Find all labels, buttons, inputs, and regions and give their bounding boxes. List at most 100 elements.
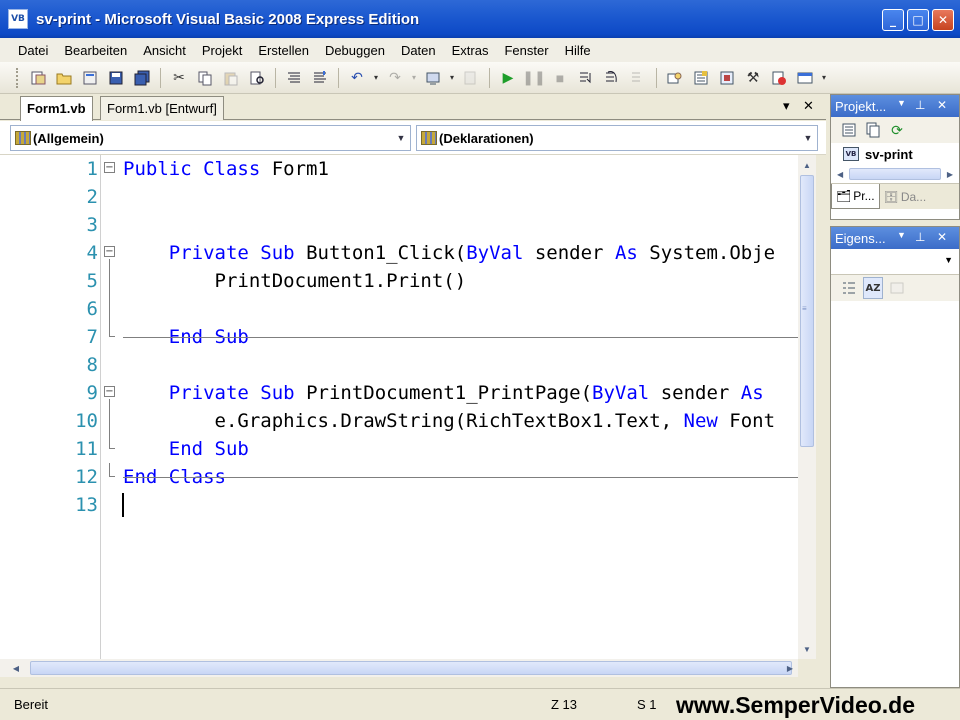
collapse-icon[interactable]: − <box>104 246 115 257</box>
code-area[interactable]: 1− Public Class Form1 2 3 4− Private Sub But… <box>0 155 798 659</box>
save-icon[interactable] <box>105 67 127 89</box>
toolbar-separator <box>489 67 490 88</box>
code-line[interactable]: 13 <box>0 491 798 519</box>
tab-form1-vb[interactable]: Form1.vb <box>20 96 93 121</box>
error-list-icon[interactable] <box>768 67 790 89</box>
code-line[interactable]: 1− Public Class Form1 <box>0 155 798 183</box>
maximize-button[interactable]: □ <box>907 9 929 31</box>
code-line[interactable]: 4− Private Sub Button1_Click(ByVal sende… <box>0 239 798 267</box>
tab-projektmappen-explorer[interactable]: 🗂 Pr... <box>831 184 880 209</box>
undo-dropdown-icon[interactable]: ▾ <box>372 67 380 89</box>
toolbar-overflow-icon[interactable]: ▾ <box>820 67 828 89</box>
class-name-dropdown[interactable]: (Allgemein) ▼ <box>10 125 411 151</box>
scroll-down-icon[interactable]: ▼ <box>798 641 816 657</box>
scroll-up-icon[interactable]: ▲ <box>798 157 816 173</box>
document-tabs: Form1.vb Form1.vb [Entwurf] ▾ ✕ <box>0 94 826 121</box>
step-over-icon[interactable] <box>601 67 623 89</box>
database-icon: 🗄 <box>883 189 899 204</box>
code-line[interactable]: 11 End Sub <box>0 435 798 463</box>
vb-app-icon[interactable]: VB <box>8 9 28 29</box>
add-item-icon[interactable] <box>79 67 101 89</box>
menu-fenster[interactable]: Fenster <box>496 43 556 58</box>
solution-scroll-thumb[interactable] <box>849 168 941 180</box>
scroll-right-icon[interactable]: ▶ <box>947 170 953 179</box>
collapse-icon[interactable]: − <box>104 162 115 173</box>
step-out-icon[interactable] <box>627 67 649 89</box>
uncomment-icon[interactable] <box>309 67 331 89</box>
scroll-left-icon[interactable]: ◀ <box>8 659 24 677</box>
find-in-files-icon[interactable] <box>460 67 482 89</box>
menu-daten[interactable]: Daten <box>393 43 444 58</box>
step-into-icon[interactable] <box>575 67 597 89</box>
stop-icon[interactable]: ■ <box>549 67 571 89</box>
pause-icon[interactable]: ❚❚ <box>522 67 545 89</box>
new-project-icon[interactable] <box>27 67 49 89</box>
scroll-left-icon[interactable]: ◀ <box>837 170 843 179</box>
open-file-icon[interactable] <box>53 67 75 89</box>
comment-icon[interactable] <box>283 67 305 89</box>
code-line[interactable]: 5 PrintDocument1.Print() <box>0 267 798 295</box>
refresh-icon[interactable]: ⟳ <box>887 119 907 141</box>
pin-icon[interactable]: ⊥ <box>915 98 925 112</box>
solution-explorer-icon[interactable] <box>664 67 686 89</box>
pin-icon[interactable]: ⊥ <box>915 230 925 244</box>
properties-icon[interactable] <box>839 119 859 141</box>
menu-hilfe[interactable]: Hilfe <box>557 43 599 58</box>
vertical-scrollbar[interactable]: ▲ ≡ ▼ <box>798 155 816 659</box>
menu-extras[interactable]: Extras <box>444 43 497 58</box>
menu-erstellen[interactable]: Erstellen <box>250 43 317 58</box>
code-line[interactable]: 9− Private Sub PrintDocument1_PrintPage(… <box>0 379 798 407</box>
copy-icon[interactable] <box>194 67 216 89</box>
scroll-right-icon[interactable]: ▶ <box>782 659 798 677</box>
panel-close-icon[interactable]: ✕ <box>937 98 947 112</box>
collapse-icon[interactable]: − <box>104 386 115 397</box>
minimize-button[interactable]: _ <box>882 9 904 31</box>
tab-datenbank-explorer[interactable]: 🗄 Da... <box>880 184 931 209</box>
show-all-files-icon[interactable] <box>863 119 883 141</box>
menu-ansicht[interactable]: Ansicht <box>135 43 194 58</box>
tab-form1-design[interactable]: Form1.vb [Entwurf] <box>100 96 224 120</box>
navigate-dropdown-icon[interactable]: ▾ <box>448 67 456 89</box>
code-line[interactable]: 8 <box>0 351 798 379</box>
undo-icon[interactable]: ↶ <box>346 67 368 89</box>
panel-dropdown-icon[interactable]: ▼ <box>897 98 906 108</box>
method-name-dropdown[interactable]: (Deklarationen) ▼ <box>416 125 818 151</box>
panel-dropdown-icon[interactable]: ▼ <box>897 230 906 240</box>
save-all-icon[interactable] <box>131 67 153 89</box>
redo-icon[interactable]: ↷ <box>384 67 406 89</box>
close-document-icon[interactable]: ✕ <box>803 98 814 114</box>
paste-icon[interactable] <box>220 67 242 89</box>
tab-list-dropdown-icon[interactable]: ▾ <box>783 98 790 114</box>
menu-projekt[interactable]: Projekt <box>194 43 250 58</box>
properties-icon[interactable] <box>690 67 712 89</box>
start-debug-icon[interactable]: ▶ <box>497 67 519 89</box>
object-selector-dropdown[interactable]: ▼ <box>831 249 959 275</box>
code-line[interactable]: 6 <box>0 295 798 323</box>
find-icon[interactable] <box>246 67 268 89</box>
panel-close-icon[interactable]: ✕ <box>937 230 947 244</box>
categorized-icon[interactable] <box>839 277 859 299</box>
close-button[interactable]: ✕ <box>932 9 954 31</box>
code-line[interactable]: 10 e.Graphics.DrawString(RichTextBox1.Te… <box>0 407 798 435</box>
solution-panel-tabs: 🗂 Pr... 🗄 Da... <box>831 183 959 209</box>
cut-icon[interactable]: ✂ <box>168 67 190 89</box>
menu-bearbeiten[interactable]: Bearbeiten <box>56 43 135 58</box>
horizontal-scroll-thumb[interactable] <box>30 661 792 675</box>
code-line[interactable]: 2 <box>0 183 798 211</box>
horizontal-scrollbar[interactable]: ◀ ▶ <box>0 659 798 677</box>
menu-datei[interactable]: Datei <box>10 43 56 58</box>
toolbar-grip[interactable] <box>16 67 19 88</box>
object-browser-icon[interactable] <box>716 67 738 89</box>
line-number: 11 <box>75 438 98 460</box>
code-line[interactable]: 3 <box>0 211 798 239</box>
alphabetical-icon[interactable]: AZ <box>863 277 883 299</box>
solution-horizontal-scrollbar[interactable]: ◀ ▶ <box>831 165 959 183</box>
output-icon[interactable] <box>794 67 816 89</box>
project-node[interactable]: VB sv-print <box>831 143 959 165</box>
navigate-icon[interactable] <box>422 67 444 89</box>
code-editor-panel: Form1.vb Form1.vb [Entwurf] ▾ ✕ (Allgeme… <box>0 94 826 688</box>
toolbox-icon[interactable]: ⚒ <box>742 67 764 89</box>
property-pages-icon[interactable] <box>887 277 907 299</box>
redo-dropdown-icon[interactable]: ▾ <box>410 67 418 89</box>
menu-debuggen[interactable]: Debuggen <box>317 43 393 58</box>
